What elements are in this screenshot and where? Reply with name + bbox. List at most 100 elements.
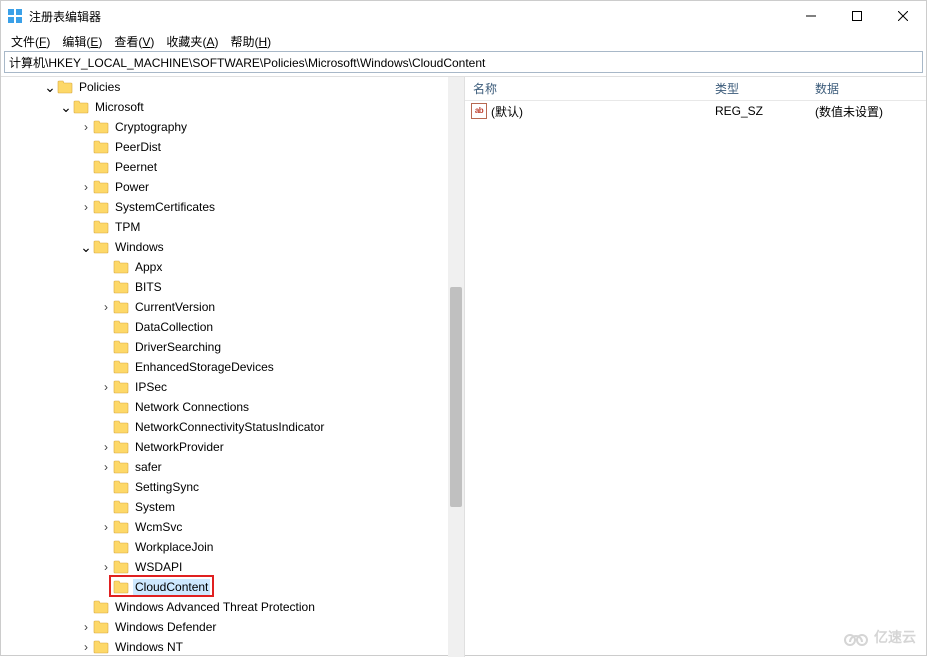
tree-item[interactable]: ›safer <box>1 457 464 477</box>
col-header-type[interactable]: 类型 <box>715 80 815 97</box>
folder-icon <box>113 500 129 514</box>
tree-item[interactable]: › IPSec <box>1 377 464 397</box>
tree-item-label: Windows <box>113 239 166 255</box>
tree-item[interactable]: ⌄ Microsoft <box>1 97 464 117</box>
tree-item-label: WcmSvc <box>133 519 184 535</box>
folder-icon <box>93 140 109 154</box>
list-header[interactable]: 名称 类型 数据 <box>465 77 926 101</box>
string-value-icon: ab <box>471 103 487 119</box>
expander-closed-icon[interactable]: › <box>99 380 113 394</box>
folder-icon <box>113 480 129 494</box>
folder-icon <box>93 200 109 214</box>
tree-item-label: NetworkConnectivityStatusIndicator <box>133 419 326 435</box>
expander-closed-icon[interactable]: › <box>79 640 93 654</box>
tree-item[interactable]: ⌄ Windows <box>1 237 464 257</box>
tree-item[interactable]: PeerDist <box>1 137 464 157</box>
watermark-text: 亿速云 <box>874 627 916 647</box>
folder-icon <box>113 420 129 434</box>
tree-item[interactable]: SettingSync <box>1 477 464 497</box>
main-split: ⌄Policies⌄Microsoft›CryptographyPeerDist… <box>1 76 926 657</box>
col-header-data[interactable]: 数据 <box>815 80 926 97</box>
tree-item[interactable]: Windows Advanced Threat Protection <box>1 597 464 617</box>
folder-icon <box>113 380 129 394</box>
folder-icon <box>93 180 109 194</box>
tree-item[interactable]: ›Windows Defender <box>1 617 464 637</box>
expander-closed-icon[interactable]: › <box>99 440 113 454</box>
folder-icon <box>113 300 129 314</box>
tree-item-label: IPSec <box>133 379 169 395</box>
tree-item[interactable]: › NetworkProvider <box>1 437 464 457</box>
menubar: 文件(F) 编辑(E) 查看(V) 收藏夹(A) 帮助(H) <box>1 31 926 51</box>
tree-item[interactable]: ›Windows NT <box>1 637 464 657</box>
tree-item[interactable]: Appx <box>1 257 464 277</box>
tree-item[interactable]: NetworkConnectivityStatusIndicator <box>1 417 464 437</box>
tree-item[interactable]: BITS <box>1 277 464 297</box>
tree-item[interactable]: Network Connections <box>1 397 464 417</box>
tree-item[interactable]: TPM <box>1 217 464 237</box>
expander-closed-icon[interactable]: › <box>99 300 113 314</box>
expander-open-icon[interactable]: ⌄ <box>79 239 93 256</box>
tree-item[interactable]: CloudContent <box>1 577 464 597</box>
tree-item-label: SystemCertificates <box>113 199 217 215</box>
menu-favorites[interactable]: 收藏夹(A) <box>160 31 224 52</box>
folder-icon <box>113 320 129 334</box>
tree-item-label: Microsoft <box>93 99 146 115</box>
expander-open-icon[interactable]: ⌄ <box>43 79 57 96</box>
tree-scrollbar[interactable] <box>448 77 464 657</box>
expander-closed-icon[interactable]: › <box>79 200 93 214</box>
tree-item[interactable]: › SystemCertificates <box>1 197 464 217</box>
tree-scrollbar-thumb[interactable] <box>450 287 462 507</box>
tree-item-label: TPM <box>113 219 142 235</box>
tree-item[interactable]: DataCollection <box>1 317 464 337</box>
tree-item[interactable]: › Power <box>1 177 464 197</box>
tree-item-label: SettingSync <box>133 479 201 495</box>
tree-item[interactable]: WorkplaceJoin <box>1 537 464 557</box>
tree-item-label: CurrentVersion <box>133 299 217 315</box>
folder-icon <box>113 440 129 454</box>
folder-icon <box>113 580 129 594</box>
menu-file[interactable]: 文件(F) <box>5 31 56 52</box>
expander-closed-icon[interactable]: › <box>99 520 113 534</box>
list-pane[interactable]: 名称 类型 数据 ab(默认)REG_SZ(数值未设置) <box>465 77 926 657</box>
col-header-name[interactable]: 名称 <box>465 80 715 97</box>
tree-item[interactable]: › CurrentVersion <box>1 297 464 317</box>
tree-item[interactable]: Peernet <box>1 157 464 177</box>
menu-help[interactable]: 帮助(H) <box>224 31 277 52</box>
tree-item[interactable]: EnhancedStorageDevices <box>1 357 464 377</box>
maximize-button[interactable] <box>834 1 880 31</box>
menu-edit[interactable]: 编辑(E) <box>56 31 108 52</box>
minimize-button[interactable] <box>788 1 834 31</box>
menu-view[interactable]: 查看(V) <box>108 31 160 52</box>
tree-item-label: DataCollection <box>133 319 215 335</box>
expander-closed-icon[interactable]: › <box>99 460 113 474</box>
folder-icon <box>93 220 109 234</box>
address-text: 计算机\HKEY_LOCAL_MACHINE\SOFTWARE\Policies… <box>9 54 485 71</box>
tree-item-label: Power <box>113 179 151 195</box>
folder-icon <box>93 620 109 634</box>
tree-item-label: DriverSearching <box>133 339 223 355</box>
tree-pane[interactable]: ⌄Policies⌄Microsoft›CryptographyPeerDist… <box>1 77 465 657</box>
value-data: (数值未设置) <box>815 103 926 120</box>
expander-closed-icon[interactable]: › <box>79 620 93 634</box>
expander-closed-icon[interactable]: › <box>79 180 93 194</box>
folder-icon <box>113 260 129 274</box>
tree-item-label: Network Connections <box>133 399 251 415</box>
tree-item-label: WSDAPI <box>133 559 184 575</box>
tree-item[interactable]: ⌄ Policies <box>1 77 464 97</box>
expander-closed-icon[interactable]: › <box>99 560 113 574</box>
tree-item-label: Appx <box>133 259 164 275</box>
expander-closed-icon[interactable]: › <box>79 120 93 134</box>
expander-open-icon[interactable]: ⌄ <box>59 99 73 116</box>
tree-item[interactable]: › WcmSvc <box>1 517 464 537</box>
tree-item[interactable]: System <box>1 497 464 517</box>
tree-item-label: Policies <box>77 79 122 95</box>
tree-item[interactable]: DriverSearching <box>1 337 464 357</box>
tree-item[interactable]: ›Cryptography <box>1 117 464 137</box>
folder-icon <box>113 280 129 294</box>
list-row[interactable]: ab(默认)REG_SZ(数值未设置) <box>465 101 926 121</box>
address-bar[interactable]: 计算机\HKEY_LOCAL_MACHINE\SOFTWARE\Policies… <box>4 51 923 73</box>
tree-item-label: Windows Advanced Threat Protection <box>113 599 317 615</box>
tree-item[interactable]: › WSDAPI <box>1 557 464 577</box>
close-button[interactable] <box>880 1 926 31</box>
tree-item-label: NetworkProvider <box>133 439 226 455</box>
